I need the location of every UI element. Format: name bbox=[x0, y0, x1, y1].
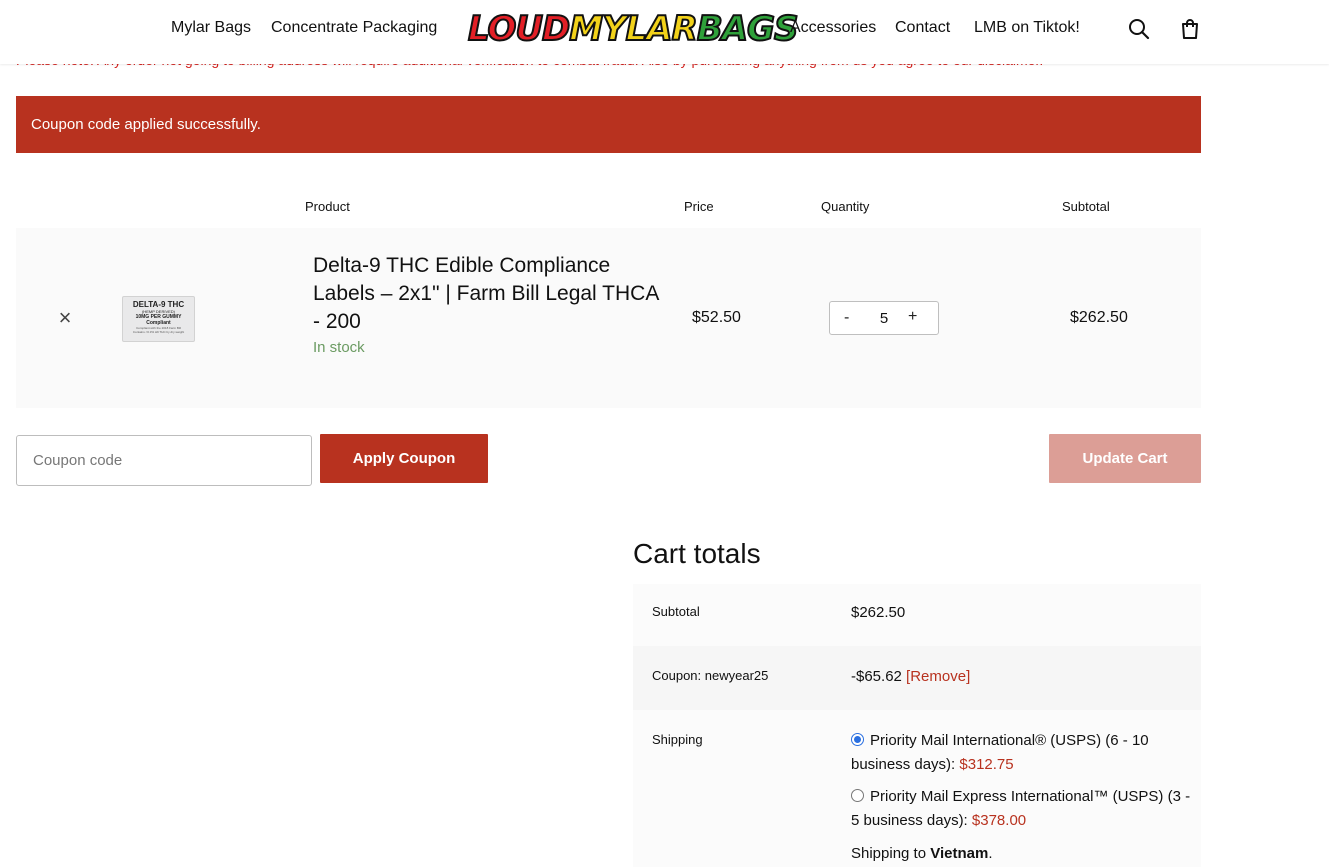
site-header: Mylar Bags Concentrate Packaging LOUDMYL… bbox=[0, 0, 1329, 64]
remove-item-icon[interactable]: × bbox=[55, 306, 75, 330]
coupon-discount-amount: -$65.62 bbox=[851, 668, 902, 685]
logo-text-loud: LOUD bbox=[467, 9, 571, 49]
search-icon[interactable] bbox=[1126, 16, 1152, 42]
site-logo[interactable]: LOUDMYLARBAGS bbox=[467, 4, 799, 54]
shipping-option-price: $312.75 bbox=[959, 756, 1014, 773]
product-thumbnail[interactable]: DELTA-9 THC (HEMP DERIVED) 10MG PER GUMM… bbox=[122, 296, 195, 342]
update-cart-button[interactable]: Update Cart bbox=[1049, 434, 1201, 483]
totals-coupon-value: -$65.62 [Remove] bbox=[851, 668, 970, 685]
quantity-increase-button[interactable]: + bbox=[908, 308, 917, 326]
radio-selected-icon[interactable] bbox=[851, 733, 864, 746]
thumb-line: DELTA-9 THC bbox=[132, 300, 185, 309]
totals-coupon-label: Coupon: newyear25 bbox=[652, 668, 769, 683]
totals-subtotal-row: Subtotal $262.50 bbox=[633, 584, 1201, 646]
nav-concentrate-packaging[interactable]: Concentrate Packaging bbox=[271, 19, 437, 37]
totals-coupon-row: Coupon: newyear25 -$65.62 [Remove] bbox=[633, 646, 1201, 710]
totals-shipping-row: Shipping Priority Mail International® (U… bbox=[633, 710, 1201, 867]
ship-to-country: Vietnam bbox=[930, 845, 989, 862]
shopping-bag-icon[interactable] bbox=[1177, 16, 1203, 42]
ship-to-suffix: . bbox=[988, 845, 993, 862]
shipping-option-price: $378.00 bbox=[971, 812, 1027, 829]
item-price: $52.50 bbox=[692, 309, 741, 326]
remove-coupon-link[interactable]: [Remove] bbox=[906, 668, 970, 685]
quantity-input[interactable]: 5 bbox=[874, 310, 894, 327]
nav-mylar-bags[interactable]: Mylar Bags bbox=[171, 19, 251, 37]
apply-coupon-button[interactable]: Apply Coupon bbox=[320, 434, 488, 483]
cart-totals-title: Cart totals bbox=[633, 538, 761, 569]
logo-text-mylar: MYLAR bbox=[568, 9, 699, 49]
coupon-success-banner: Coupon code applied successfully. bbox=[16, 96, 1201, 153]
thumb-line: Contains <0.3% Δ9 THC by dry weight bbox=[132, 330, 185, 334]
logo-text-bags: BAGS bbox=[696, 9, 800, 49]
nav-accessories[interactable]: Accessories bbox=[790, 19, 876, 37]
quantity-decrease-button[interactable]: - bbox=[844, 309, 849, 327]
column-header-product: Product bbox=[305, 199, 350, 214]
radio-unselected-icon[interactable] bbox=[851, 789, 864, 802]
totals-shipping-label: Shipping bbox=[652, 732, 703, 747]
coupon-code-input[interactable] bbox=[16, 435, 312, 486]
item-subtotal: $262.50 bbox=[1070, 309, 1128, 326]
ship-to-prefix: Shipping to bbox=[851, 845, 931, 862]
nav-contact[interactable]: Contact bbox=[895, 19, 950, 37]
totals-subtotal-label: Subtotal bbox=[652, 604, 700, 619]
nav-lmb-tiktok[interactable]: LMB on Tiktok! bbox=[974, 19, 1080, 37]
column-header-quantity: Quantity bbox=[821, 199, 870, 214]
shipping-destination: Shipping to Vietnam. bbox=[851, 845, 993, 862]
column-header-subtotal: Subtotal bbox=[1062, 199, 1110, 214]
column-header-price: Price bbox=[684, 199, 714, 214]
quantity-stepper: - 5 + bbox=[829, 301, 939, 335]
shipping-option-express[interactable]: Priority Mail Express International™ (US… bbox=[851, 785, 1191, 833]
stock-status: In stock bbox=[313, 339, 365, 356]
totals-subtotal-value: $262.50 bbox=[851, 604, 906, 621]
shipping-option-priority[interactable]: Priority Mail International® (USPS) (6 -… bbox=[851, 729, 1191, 777]
product-name-link[interactable]: Delta-9 THC Edible Compliance Labels – 2… bbox=[313, 252, 663, 336]
